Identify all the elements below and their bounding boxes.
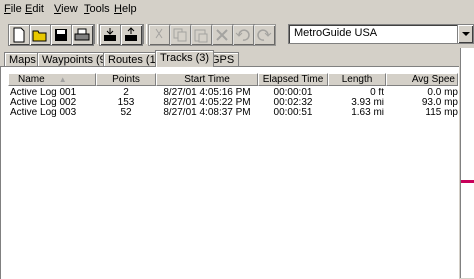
- cell-points: 52: [120, 108, 132, 118]
- tab-strip: Maps Waypoints (9) Routes (16) Tracks (3…: [0, 50, 460, 67]
- toolbar-separator: [94, 24, 98, 44]
- cell-avg-speed: 0.0 mp: [427, 88, 458, 98]
- cell-elapsed-time: 00:00:51: [273, 108, 313, 118]
- menu-file[interactable]: File: [4, 3, 22, 15]
- cell-elapsed-time: 00:00:01: [273, 88, 313, 98]
- delete-icon[interactable]: [211, 24, 234, 46]
- cell-name: Active Log 003: [10, 108, 77, 118]
- cell-start-time: 8/27/01 4:08:37 PM: [163, 108, 251, 118]
- cell-length: 0 ft: [370, 88, 384, 98]
- table-header: Name ▲ Points Start Time Elapsed Time Len…: [8, 73, 458, 86]
- column-header-name[interactable]: Name ▲: [8, 73, 96, 86]
- open-folder-icon[interactable]: [29, 24, 52, 46]
- save-icon[interactable]: [50, 24, 73, 46]
- print-icon[interactable]: [71, 24, 94, 46]
- chevron-down-icon[interactable]: [457, 25, 473, 43]
- paste-icon[interactable]: [190, 24, 213, 46]
- table-row[interactable]: Active Log 001 2 8/27/01 4:05:16 PM 00:0…: [8, 88, 458, 98]
- undo-icon[interactable]: [232, 24, 255, 46]
- cell-avg-speed: 93.0 mp: [421, 98, 458, 108]
- toolbar-separator: [143, 24, 147, 44]
- cell-elapsed-time: 00:02:32: [273, 98, 313, 108]
- cell-name: Active Log 001: [10, 88, 77, 98]
- track-line-segment: [461, 180, 474, 183]
- cell-start-time: 8/27/01 4:05:16 PM: [163, 88, 251, 98]
- cell-points: 153: [117, 98, 135, 108]
- tab-maps[interactable]: Maps: [4, 52, 41, 67]
- menu-tools[interactable]: Tools: [84, 3, 110, 15]
- cell-length: 1.63 mi: [351, 108, 384, 118]
- copy-icon[interactable]: [169, 24, 192, 46]
- column-header-length[interactable]: Length: [328, 73, 386, 86]
- receive-from-device-icon[interactable]: [120, 24, 143, 46]
- tracks-list-panel: Name ▲ Points Start Time Elapsed Time Len…: [0, 66, 459, 279]
- map-view[interactable]: [460, 48, 474, 278]
- redo-icon[interactable]: [253, 24, 276, 46]
- menu-edit[interactable]: Edit: [25, 3, 44, 15]
- cell-length: 3.93 mi: [351, 98, 384, 108]
- cell-points: 2: [123, 88, 129, 98]
- map-selector-dropdown[interactable]: MetroGuide USA: [288, 24, 474, 44]
- cell-start-time: 8/27/01 4:05:22 PM: [163, 98, 251, 108]
- sort-ascending-icon: ▲: [58, 75, 67, 84]
- column-header-start-time[interactable]: Start Time: [156, 73, 258, 86]
- new-document-icon[interactable]: [8, 24, 31, 46]
- column-header-points[interactable]: Points: [96, 73, 156, 86]
- column-header-avg-speed[interactable]: Avg Spee: [386, 73, 458, 86]
- menu-view[interactable]: View: [54, 3, 78, 15]
- cut-icon[interactable]: [148, 24, 171, 46]
- menu-bar: File Edit View Tools Help: [0, 0, 474, 18]
- table-row[interactable]: Active Log 002 153 8/27/01 4:05:22 PM 00…: [8, 98, 458, 108]
- send-to-device-icon[interactable]: [99, 24, 122, 46]
- column-header-elapsed-time[interactable]: Elapsed Time: [258, 73, 328, 86]
- cell-avg-speed: 115 mp: [425, 108, 458, 118]
- cell-name: Active Log 002: [10, 98, 77, 108]
- menu-help[interactable]: Help: [114, 3, 137, 15]
- table-row[interactable]: Active Log 003 52 8/27/01 4:08:37 PM 00:…: [8, 108, 458, 118]
- map-selector-value: MetroGuide USA: [294, 27, 378, 39]
- tab-tracks[interactable]: Tracks (3): [155, 50, 215, 67]
